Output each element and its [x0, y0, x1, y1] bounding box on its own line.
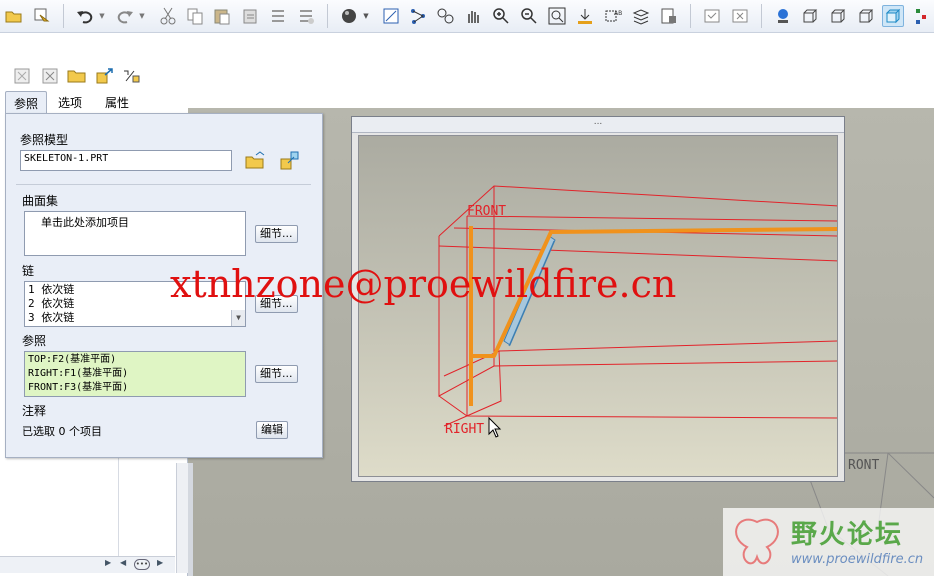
pan-hand-icon[interactable]: [462, 5, 484, 27]
svg-text:AB: AB: [614, 10, 622, 17]
color-appearance-icon[interactable]: [910, 5, 932, 27]
open-folder-icon[interactable]: [3, 5, 25, 27]
undo-icon[interactable]: [74, 5, 96, 27]
paste-icon[interactable]: [211, 5, 233, 27]
surface-set-collector[interactable]: 单击此处添加项目: [24, 211, 246, 256]
saved-view-icon[interactable]: [772, 5, 794, 27]
shaded-cube-icon[interactable]: [882, 5, 904, 27]
copy-geom-icon[interactable]: [94, 66, 116, 86]
wireframe-icon[interactable]: [799, 5, 821, 27]
open-model-icon[interactable]: [245, 151, 265, 171]
paste-special-icon[interactable]: [240, 5, 262, 27]
front-datum-label: FRONT: [467, 204, 507, 219]
edit-button[interactable]: 编辑: [256, 421, 288, 439]
forum-logo-url: www.proewildfire.cn: [791, 552, 924, 567]
zoom-window-icon[interactable]: [546, 5, 568, 27]
redo-dropdown-icon[interactable]: ▼: [136, 5, 148, 27]
hidden-line-icon[interactable]: [827, 5, 849, 27]
ref-model-field[interactable]: SKELETON-1.PRT: [20, 150, 232, 171]
main-toolbar: ▼ ▼ ▼ AB: [0, 0, 934, 33]
open-ref-folder-icon[interactable]: [66, 66, 88, 86]
place-model-icon[interactable]: [279, 151, 301, 171]
zoom-out-icon[interactable]: [518, 5, 540, 27]
surface-set-label: 曲面集: [22, 194, 59, 208]
preview-title-bar[interactable]: ...: [352, 117, 844, 133]
undo-dropdown-icon[interactable]: ▼: [96, 5, 108, 27]
select-window-icon[interactable]: [31, 5, 53, 27]
refit-icon[interactable]: [380, 5, 402, 27]
selected-count-text: 已选取 0 个项目: [22, 425, 102, 438]
chain-label: 链: [22, 264, 35, 278]
refs-label: 参照: [22, 334, 47, 348]
shading-dropdown-icon[interactable]: ▼: [360, 5, 372, 27]
publish-geom-icon[interactable]: [121, 66, 143, 86]
ref-item[interactable]: RIGHT:F1(基准平面): [28, 367, 242, 381]
bg-datum-label: RONT: [848, 458, 880, 473]
orient-icon[interactable]: [434, 5, 456, 27]
ref-model-label: 参照模型: [20, 133, 69, 147]
chain-item[interactable]: 3 依次链: [28, 311, 242, 325]
no-hidden-icon[interactable]: [855, 5, 877, 27]
cancel-feature-icon[interactable]: [39, 66, 61, 86]
redo-icon[interactable]: [114, 5, 136, 27]
regen-manager-icon[interactable]: [295, 5, 317, 27]
shading-icon[interactable]: [338, 5, 360, 27]
scroll-right-icon[interactable]: ▶: [105, 558, 111, 567]
datum-plane-icon[interactable]: [574, 5, 596, 27]
refs-list[interactable]: TOP:F2(基准平面) RIGHT:F1(基准平面) FRONT:F3(基准平…: [24, 351, 246, 397]
cut-icon[interactable]: [157, 5, 179, 27]
tree-scrollbar[interactable]: ▶ ◀ ••• ▶: [0, 556, 175, 573]
scroll-more-icon[interactable]: •••: [134, 559, 150, 570]
forum-logo: 野火论坛 www.proewildfire.cn: [723, 508, 934, 576]
pause-icon[interactable]: [11, 66, 33, 86]
window-close-icon[interactable]: [729, 5, 751, 27]
preview-canvas[interactable]: FRONT RIGHT: [358, 135, 838, 477]
tab-options[interactable]: 选项: [50, 91, 90, 113]
ref-item[interactable]: TOP:F2(基准平面): [28, 353, 242, 367]
notes-label: 注释: [22, 404, 47, 418]
copy-icon[interactable]: [184, 5, 206, 27]
regenerate-icon[interactable]: [267, 5, 289, 27]
tab-references[interactable]: 参照: [5, 91, 48, 114]
zoom-in-icon[interactable]: [490, 5, 512, 27]
right-datum-label: RIGHT: [445, 422, 485, 437]
forum-logo-name: 野火论坛: [791, 520, 904, 550]
datum-axis-icon[interactable]: AB: [602, 5, 624, 27]
scroll-end-icon[interactable]: ▶: [157, 558, 163, 567]
chevron-down-icon[interactable]: ▼: [231, 310, 245, 326]
sketch-icon[interactable]: [407, 5, 429, 27]
watermark-text: xtnhzone@proewildfire.cn: [170, 262, 677, 306]
layers-icon[interactable]: [630, 5, 652, 27]
view-manager-icon[interactable]: [658, 5, 680, 27]
window-activate-icon[interactable]: [701, 5, 723, 27]
surface-detail-button[interactable]: 细节...: [255, 225, 298, 243]
refs-detail-button[interactable]: 细节...: [255, 365, 298, 383]
ref-item[interactable]: FRONT:F3(基准平面): [28, 381, 242, 395]
tab-properties[interactable]: 属性: [97, 91, 137, 113]
scroll-left-icon[interactable]: ◀: [120, 558, 126, 567]
